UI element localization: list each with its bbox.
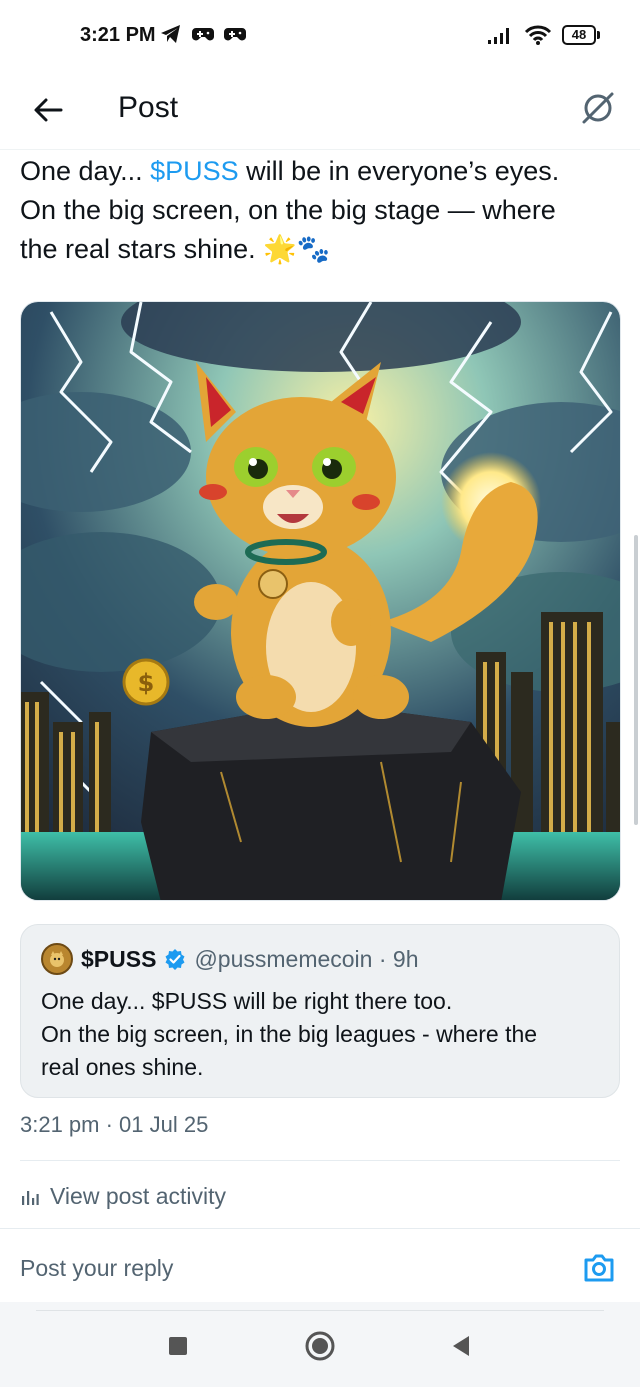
view-post-activity-button[interactable]: View post activity [20,1183,226,1210]
signal-icon [488,28,509,44]
grok-icon [582,92,614,124]
cat-avatar-icon [50,951,64,967]
quote-author-handle: @pussmemecoin · 9h [194,945,419,972]
quote-body: One day... $PUSS will be right there too… [41,985,606,1084]
telegram-icon [161,25,180,43]
top-app-bar: Post [0,72,640,150]
cashtag-link[interactable]: $PUSS [150,156,239,186]
home-button[interactable] [304,1330,336,1362]
triangle-back-icon [453,1336,469,1356]
quote-header: $PUSS @pussmemecoin · 9h [41,943,419,975]
system-navigation-bar [0,1302,640,1387]
quote-body-line: real ones shine. [41,1054,204,1080]
avatar[interactable] [41,943,73,975]
reply-bar: Post your reply [0,1228,640,1302]
back-nav-button[interactable] [444,1330,476,1362]
divider [20,1160,620,1161]
post-text-line: the real stars shine. 🌟🐾 [20,234,331,264]
quote-author-name[interactable]: $PUSS [81,946,156,973]
status-bar: 3:21 PM 48 [0,0,640,72]
camera-button[interactable] [582,1251,616,1285]
back-button[interactable] [28,90,68,130]
verified-badge-icon [165,949,185,970]
bar-chart-icon [22,1190,39,1205]
square-icon [169,1337,187,1355]
quote-body-line: One day... $PUSS will be right there too… [41,988,453,1014]
post-image-art: $ [21,302,620,900]
camera-icon [584,1254,614,1282]
post-text-line: On the big screen, on the big stage — wh… [20,195,556,225]
battery-level: 48 [562,25,596,45]
grok-button[interactable] [576,86,620,130]
gamepad-icon [192,28,214,41]
system-icons: 48 [486,24,600,46]
arrow-left-icon [34,98,63,122]
post-image[interactable]: $ [20,301,621,901]
battery-icon: 48 [562,25,600,45]
wifi-icon [524,25,552,45]
post-text-line: One day... $PUSS will be in everyone’s e… [20,156,560,186]
status-time: 3:21 PM [80,24,156,46]
gamepad-icon [224,28,246,41]
svg-text:$: $ [138,669,155,697]
scrollbar[interactable] [634,535,638,825]
divider [36,1310,604,1311]
circle-icon [305,1331,335,1361]
activity-label: View post activity [50,1183,226,1209]
page-title: Post [118,91,179,124]
quoted-post[interactable]: $PUSS @pussmemecoin · 9h One day... $PUS… [20,924,620,1098]
quote-body-line: On the big screen, in the big leagues - … [41,1021,538,1047]
recents-button[interactable] [162,1330,194,1362]
notification-icons [160,24,246,44]
post-timestamp[interactable]: 3:21 pm · 01 Jul 25 [20,1112,208,1138]
reply-input[interactable]: Post your reply [20,1255,173,1282]
post-text: One day... $PUSS will be in everyone’s e… [20,152,625,269]
